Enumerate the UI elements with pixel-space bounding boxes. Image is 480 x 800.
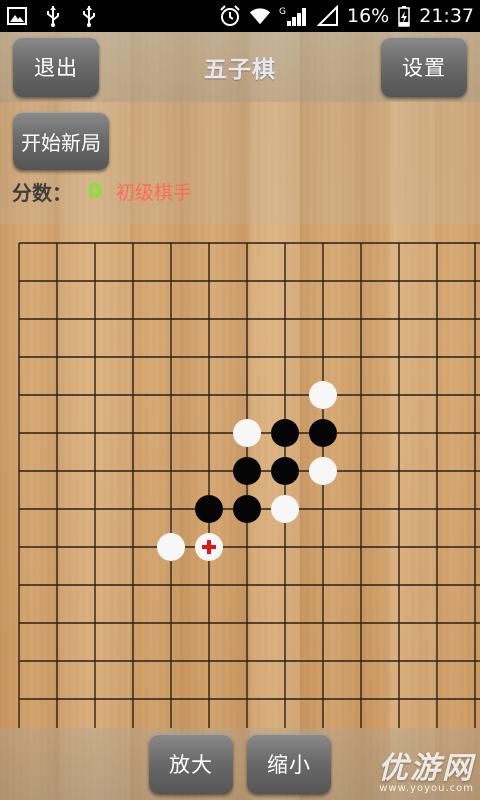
- white-stone: [309, 457, 337, 485]
- white-stone: [233, 419, 261, 447]
- black-stone: [233, 457, 261, 485]
- score-label: 分数：: [12, 180, 72, 205]
- player-rank: 初级棋手: [115, 181, 192, 204]
- score-value: 0: [88, 179, 102, 203]
- zoom-in-button[interactable]: 放大: [149, 734, 233, 794]
- black-stone: [195, 495, 223, 523]
- score-row: 分数： 0 初级棋手: [12, 176, 192, 206]
- status-bar: G 16% 21:37: [0, 0, 480, 32]
- black-stone: [233, 495, 261, 523]
- gomoku-board[interactable]: [0, 224, 480, 728]
- signal-icon: G: [279, 5, 309, 27]
- battery-percent: 16%: [347, 5, 390, 27]
- watermark-logo: 优游网 www.yoyou.com: [378, 743, 474, 794]
- settings-button[interactable]: 设置: [381, 37, 467, 97]
- wifi-icon: [249, 5, 271, 27]
- zoom-out-button[interactable]: 缩小: [247, 734, 331, 794]
- watermark-url: www.yoyou.com: [379, 783, 474, 794]
- watermark-brand: 优游网: [378, 751, 474, 786]
- white-stone: [157, 533, 185, 561]
- signal-empty-icon: [317, 5, 339, 27]
- black-stone: [309, 419, 337, 447]
- black-stone: [271, 419, 299, 447]
- usb-icon: [78, 5, 100, 27]
- last-move-marker: [207, 540, 211, 554]
- black-stone: [271, 457, 299, 485]
- alarm-icon: [219, 5, 241, 27]
- image-icon: [6, 5, 28, 27]
- white-stone: [309, 381, 337, 409]
- clock: 21:37: [419, 5, 474, 27]
- svg-text:G: G: [279, 7, 286, 17]
- battery-charging-icon: [397, 5, 411, 27]
- white-stone: [271, 495, 299, 523]
- new-game-button[interactable]: 开始新局: [13, 112, 109, 170]
- usb-icon: [42, 5, 64, 27]
